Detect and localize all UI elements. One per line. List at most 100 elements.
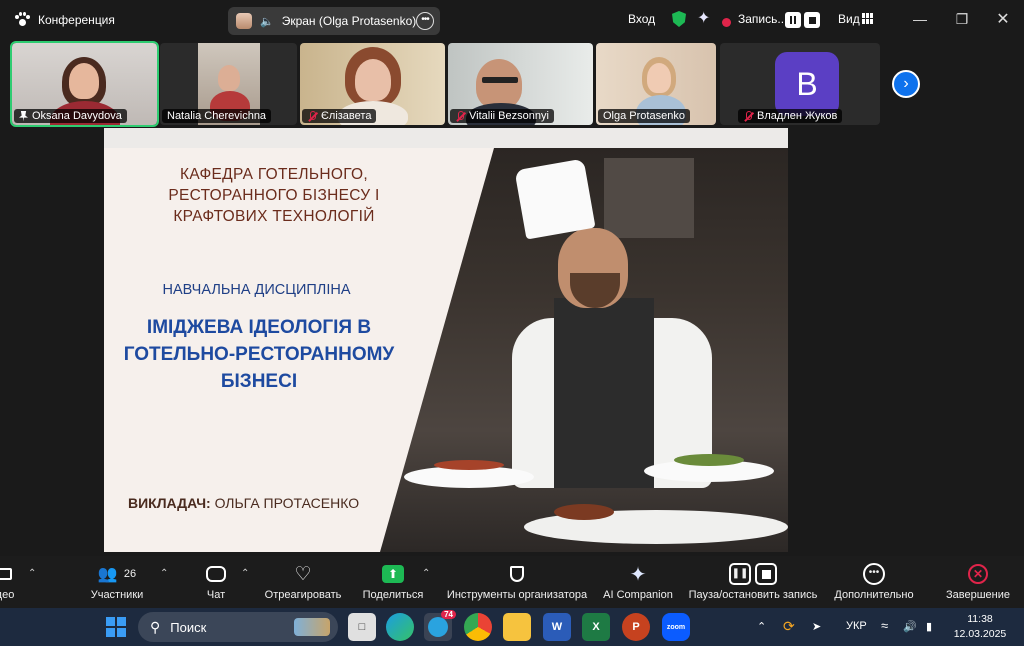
windows-start-icon[interactable] [106, 617, 126, 637]
windows-taskbar: ⚲ Поиск □ 74 W X P zoom ⌃ ⟳ ➤ УКР ≈ 🔊 ▮ … [0, 608, 1024, 646]
participant-tile-oksana[interactable]: Oksana Davydova [10, 41, 159, 127]
tray-overflow-icon[interactable]: ⌃ [757, 620, 766, 633]
video-caret-icon[interactable]: ⌃ [28, 568, 36, 579]
battery-icon[interactable]: ▮ [926, 620, 932, 633]
discipline-label: НАВЧАЛЬНА ДИСЦИПЛІНА [162, 282, 351, 298]
mic-muted-icon [743, 110, 753, 122]
host-tools-button[interactable]: Инструменты организатора [443, 562, 591, 601]
sync-icon[interactable]: ⟳ [783, 618, 795, 635]
participant-tile-vitalii[interactable]: Vitalii Bezsonnyi [448, 43, 593, 125]
join-audio-button[interactable]: Вход [628, 12, 655, 26]
chrome-icon[interactable] [464, 613, 492, 641]
participant-name: Olga Protasenko [598, 109, 690, 123]
clock-date: 12.03.2025 [953, 628, 1007, 640]
video-icon [0, 562, 20, 586]
file-explorer-icon[interactable] [503, 613, 531, 641]
heart-icon: ♡ [294, 563, 312, 585]
pause-icon[interactable] [785, 12, 801, 28]
language-indicator[interactable]: УКР [846, 620, 867, 632]
mic-muted-icon [455, 110, 465, 122]
grid-icon[interactable] [862, 13, 874, 24]
zoom-paw-icon [14, 12, 30, 28]
title-bar: Конференция 🔈 Экран (Olga Protasenko) ••… [0, 0, 1024, 40]
chat-icon [196, 562, 236, 586]
slide-top-strip [104, 128, 788, 148]
shared-slide: КАФЕДРА ГОТЕЛЬНОГО, РЕСТОРАННОГО БІЗНЕСУ… [104, 128, 788, 552]
wifi-icon[interactable]: ≈ [881, 618, 888, 633]
participant-tile-vladlen[interactable]: B Владлен Жуков [720, 43, 880, 125]
chevron-right-icon[interactable]: › [892, 70, 920, 98]
teacher-label: ВИКЛАДАЧ: [128, 495, 211, 511]
end-meeting-button[interactable]: ✕ Завершение [940, 562, 1016, 601]
department-title: КАФЕДРА ГОТЕЛЬНОГО, РЕСТОРАННОГО БІЗНЕСУ… [168, 166, 380, 225]
sharer-avatar [236, 13, 252, 29]
more-icon[interactable]: ••• [416, 12, 434, 30]
telegram-icon[interactable]: 74 [424, 610, 456, 641]
course-title: ІМІДЖЕВА ІДЕОЛОГІЯ В ГОТЕЛЬНО-РЕСТОРАННО… [123, 317, 395, 392]
teacher-name: ОЛЬГА ПРОТАСЕНКО [214, 495, 360, 511]
more-button[interactable]: ••• Дополнительно [830, 562, 918, 601]
excel-icon[interactable]: X [582, 613, 610, 641]
host-shield-icon [510, 566, 524, 582]
minimize-icon[interactable]: — [908, 8, 932, 30]
close-icon[interactable]: ✕ [991, 8, 1015, 30]
chat-caret-icon[interactable]: ⌃ [241, 568, 249, 579]
participant-tile-natalia[interactable]: Natalia Cherevichna [160, 43, 297, 125]
more-icon: ••• [863, 563, 885, 585]
participant-name: Natalia Cherevichna [162, 109, 272, 123]
meeting-toolbar: део ⌃ 👥26 Участники ⌃ Чат ⌃ ♡ Отреагиров… [0, 556, 1024, 608]
task-view-icon[interactable]: □ [348, 613, 376, 641]
pause-stop-record-button[interactable]: ❚❚ Пауза/остановить запись [686, 562, 820, 601]
mic-muted-icon [307, 110, 317, 122]
participant-tile-yelyzaveta[interactable]: Єлізавета [300, 43, 445, 125]
participant-name: Vitalii Bezsonnyi [450, 109, 554, 123]
volume-icon[interactable]: 🔊 [903, 620, 917, 633]
screen-share-label: Экран (Olga Protasenko) [281, 14, 417, 28]
shield-icon[interactable] [672, 11, 686, 27]
participants-button[interactable]: 👥 26 Участники [85, 562, 149, 601]
clock-time: 11:38 [967, 613, 993, 625]
participant-tile-olga[interactable]: Olga Protasenko [596, 43, 716, 125]
taskbar-search[interactable]: ⚲ Поиск [138, 612, 338, 642]
chat-button[interactable]: Чат [196, 562, 236, 601]
participant-name: Єлізавета [302, 109, 377, 123]
location-icon[interactable]: ➤ [812, 620, 821, 633]
zoom-taskbar-icon[interactable]: zoom [662, 613, 690, 641]
video-button[interactable]: део [0, 562, 20, 601]
view-button[interactable]: Вид [838, 12, 860, 26]
speaker-icon: 🔈 [260, 15, 274, 28]
ai-companion-button[interactable]: ✦ AI Companion [600, 562, 676, 602]
avatar: B [775, 52, 839, 116]
ai-sparkle-icon[interactable]: ✦ [697, 8, 710, 28]
search-placeholder: Поиск [170, 619, 207, 635]
end-icon: ✕ [968, 564, 988, 584]
restore-icon[interactable]: ❐ [950, 8, 974, 30]
share-caret-icon[interactable]: ⌃ [422, 568, 430, 579]
search-icon: ⚲ [150, 618, 161, 635]
react-button[interactable]: ♡ Отреагировать [262, 562, 344, 602]
word-icon[interactable]: W [543, 613, 571, 641]
app-title: Конференция [38, 13, 115, 27]
pause-icon: ❚❚ [729, 563, 751, 585]
edge-icon[interactable] [386, 613, 414, 641]
stop-icon[interactable] [804, 12, 820, 28]
search-highlight-icon [294, 618, 330, 636]
stop-icon [755, 563, 777, 585]
clock[interactable]: 11:38 12.03.2025 [952, 612, 1008, 642]
ai-sparkle-icon: ✦ [629, 563, 647, 586]
pin-icon [19, 110, 28, 122]
participants-caret-icon[interactable]: ⌃ [160, 568, 168, 579]
app-title-area: Конференция [14, 12, 115, 28]
participant-name: Oksana Davydova [14, 109, 127, 123]
screen-share-pill[interactable]: 🔈 Экран (Olga Protasenko) ••• [228, 7, 440, 35]
share-button[interactable]: ⬆ Поделиться [358, 562, 428, 601]
share-icon: ⬆ [382, 565, 404, 583]
participants-icon: 👥 [97, 566, 118, 583]
participants-count: 26 [123, 568, 137, 580]
powerpoint-icon[interactable]: P [622, 613, 650, 641]
participant-name: Владлен Жуков [738, 109, 843, 123]
telegram-badge: 74 [441, 610, 456, 619]
teacher-line: ВИКЛАДАЧ: ОЛЬГА ПРОТАСЕНКО [128, 495, 359, 511]
recording-label: Запись... [738, 12, 788, 26]
cloud-record-icon [722, 14, 731, 32]
